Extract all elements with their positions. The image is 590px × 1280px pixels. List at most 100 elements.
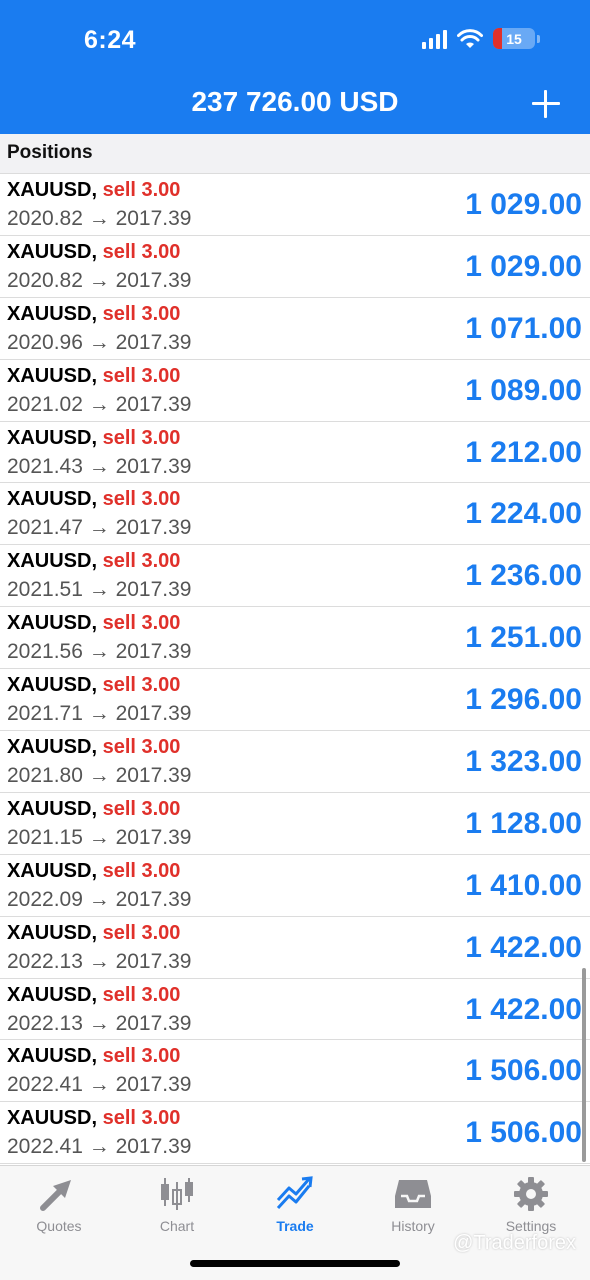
position-row[interactable]: XAUUSD, sell 3.00 2021.47 → 2017.39 1 22… <box>0 483 590 546</box>
status-time: 6:24 <box>84 26 137 54</box>
position-side: sell 3.00 <box>102 1107 181 1130</box>
position-row[interactable]: XAUUSD, sell 3.00 2021.43 → 2017.39 1 21… <box>0 422 590 484</box>
position-prices: 2021.71 → 2017.39 <box>7 702 192 726</box>
inbox-tray-icon <box>395 1180 431 1208</box>
position-side: sell 3.00 <box>102 1045 181 1068</box>
position-profit: 1 506.00 <box>465 1054 582 1088</box>
position-side: sell 3.00 <box>102 983 181 1006</box>
position-profit: 1 422.00 <box>465 930 582 964</box>
position-symbol: XAUUSD, <box>7 1107 98 1130</box>
position-side: sell 3.00 <box>102 674 181 697</box>
tab-trade[interactable]: Trade <box>236 1176 354 1234</box>
position-prices: 2022.41 → 2017.39 <box>7 1073 192 1097</box>
position-row[interactable]: XAUUSD, sell 3.00 2021.71 → 2017.39 1 29… <box>0 669 590 732</box>
positions-list: XAUUSD, sell 3.00 2020.82 → 2017.39 1 02… <box>0 174 590 1165</box>
position-profit: 1 071.00 <box>465 311 582 345</box>
tab-label: Trade <box>276 1218 314 1234</box>
position-prices: 2022.13 → 2017.39 <box>7 949 192 973</box>
position-symbol: XAUUSD, <box>7 983 98 1006</box>
position-profit: 1 089.00 <box>465 373 582 407</box>
position-symbol: XAUUSD, <box>7 240 98 263</box>
position-profit: 1 128.00 <box>465 806 582 840</box>
cellular-signal-icon <box>422 29 447 49</box>
tab-history[interactable]: History <box>354 1176 472 1234</box>
position-symbol: XAUUSD, <box>7 674 98 697</box>
position-symbol: XAUUSD, <box>7 1045 98 1068</box>
position-side: sell 3.00 <box>102 240 181 263</box>
position-side: sell 3.00 <box>102 921 181 944</box>
position-prices: 2021.56 → 2017.39 <box>7 640 192 664</box>
tab-settings[interactable]: Settings <box>472 1176 590 1234</box>
position-profit: 1 323.00 <box>465 745 582 779</box>
position-row[interactable]: XAUUSD, sell 3.00 2022.41 → 2017.39 1 50… <box>0 1102 590 1165</box>
tab-label: History <box>391 1218 435 1234</box>
position-symbol: XAUUSD, <box>7 859 98 882</box>
position-row[interactable]: XAUUSD, sell 3.00 2021.56 → 2017.39 1 25… <box>0 607 590 670</box>
position-prices: 2021.47 → 2017.39 <box>7 516 192 540</box>
position-prices: 2021.02 → 2017.39 <box>7 392 192 416</box>
position-prices: 2020.82 → 2017.39 <box>7 207 192 230</box>
position-prices: 2022.13 → 2017.39 <box>7 1011 192 1035</box>
position-symbol: XAUUSD, <box>7 612 98 635</box>
watermark: @Traderforex <box>453 1232 576 1254</box>
position-symbol: XAUUSD, <box>7 364 98 387</box>
position-prices: 2021.51 → 2017.39 <box>7 578 192 602</box>
position-side: sell 3.00 <box>102 426 181 449</box>
position-symbol: XAUUSD, <box>7 921 98 944</box>
tab-label: Quotes <box>36 1218 82 1234</box>
tab-quotes[interactable]: Quotes <box>0 1176 118 1234</box>
tab-chart[interactable]: Chart <box>118 1176 236 1234</box>
position-prices: 2021.15 → 2017.39 <box>7 825 192 849</box>
position-side: sell 3.00 <box>102 364 181 387</box>
tab-label: Chart <box>159 1218 195 1234</box>
position-side: sell 3.00 <box>102 797 181 820</box>
position-row[interactable]: XAUUSD, sell 3.00 2021.80 → 2017.39 1 32… <box>0 731 590 793</box>
top-header: 6:24 15 237 726.00 USD <box>0 0 590 134</box>
position-side: sell 3.00 <box>102 550 181 573</box>
position-prices: 2022.09 → 2017.39 <box>7 887 192 911</box>
account-balance: 237 726.00 USD <box>191 86 399 117</box>
wifi-icon <box>457 28 483 48</box>
battery-tip <box>537 34 540 43</box>
position-side: sell 3.00 <box>102 612 181 635</box>
position-symbol: XAUUSD, <box>7 426 98 449</box>
position-row[interactable]: XAUUSD, sell 3.00 2020.82 → 2017.39 1 02… <box>0 174 590 236</box>
position-row[interactable]: XAUUSD, sell 3.00 2021.02 → 2017.39 1 08… <box>0 360 590 422</box>
position-row[interactable]: XAUUSD, sell 3.00 2021.15 → 2017.39 1 12… <box>0 793 590 855</box>
position-prices: 2022.41 → 2017.39 <box>7 1135 192 1159</box>
quotes-icon <box>40 1180 71 1211</box>
position-side: sell 3.00 <box>102 736 181 759</box>
position-side: sell 3.00 <box>102 859 181 882</box>
position-symbol: XAUUSD, <box>7 302 98 325</box>
position-symbol: XAUUSD, <box>7 797 98 820</box>
position-profit: 1 224.00 <box>465 497 582 531</box>
position-row[interactable]: XAUUSD, sell 3.00 2020.82 → 2017.39 1 02… <box>0 236 590 298</box>
position-profit: 1 212.00 <box>465 435 582 469</box>
new-order-plus-button[interactable] <box>532 90 560 118</box>
position-profit: 1 251.00 <box>465 621 582 655</box>
position-side: sell 3.00 <box>102 302 181 325</box>
position-symbol: XAUUSD, <box>7 736 98 759</box>
position-side: sell 3.00 <box>102 179 181 201</box>
position-row[interactable]: XAUUSD, sell 3.00 2022.13 → 2017.39 1 42… <box>0 917 590 979</box>
position-profit: 1 296.00 <box>465 683 582 717</box>
position-row[interactable]: XAUUSD, sell 3.00 2022.09 → 2017.39 1 41… <box>0 855 590 917</box>
battery-level: 15 <box>506 30 522 47</box>
position-row[interactable]: XAUUSD, sell 3.00 2022.13 → 2017.39 1 42… <box>0 979 590 1041</box>
position-prices: 2020.96 → 2017.39 <box>7 330 192 354</box>
position-profit: 1 422.00 <box>465 992 582 1026</box>
position-symbol: XAUUSD, <box>7 488 98 511</box>
position-symbol: XAUUSD, <box>7 179 98 201</box>
candlestick-chart-icon <box>161 1178 193 1210</box>
status-icons: 15 <box>422 28 540 49</box>
position-profit: 1 506.00 <box>465 1116 582 1150</box>
home-indicator[interactable] <box>190 1260 400 1267</box>
position-row[interactable]: XAUUSD, sell 3.00 2022.41 → 2017.39 1 50… <box>0 1040 590 1103</box>
position-row[interactable]: XAUUSD, sell 3.00 2021.51 → 2017.39 1 23… <box>0 545 590 608</box>
gear-icon <box>514 1177 548 1211</box>
position-prices: 2020.82 → 2017.39 <box>7 268 192 292</box>
scrollbar[interactable] <box>582 968 586 1162</box>
position-side: sell 3.00 <box>102 488 181 511</box>
position-symbol: XAUUSD, <box>7 550 98 573</box>
position-row[interactable]: XAUUSD, sell 3.00 2020.96 → 2017.39 1 07… <box>0 298 590 360</box>
